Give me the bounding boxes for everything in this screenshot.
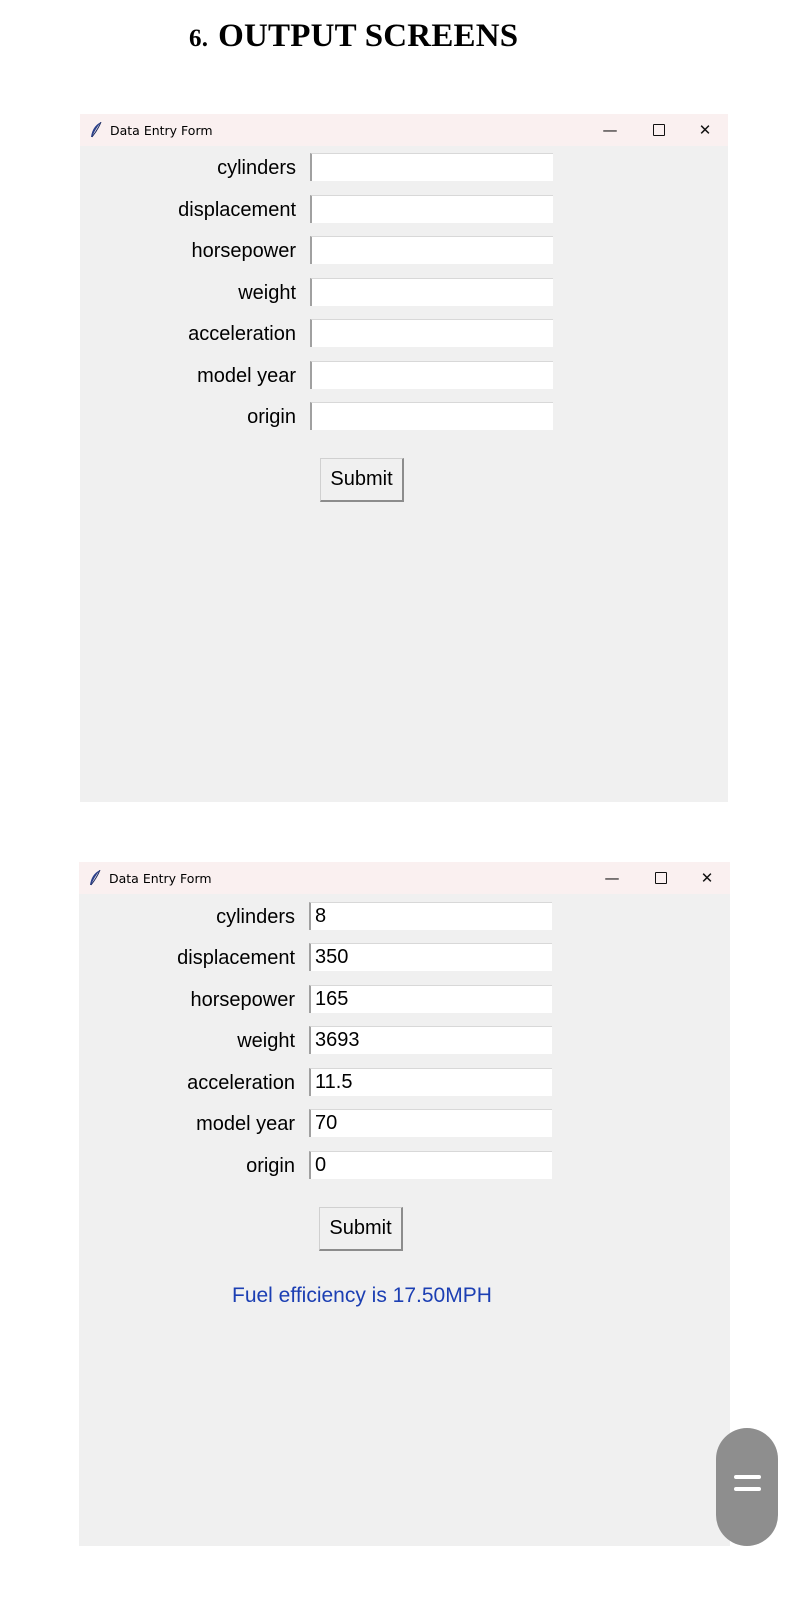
minimize-button[interactable]: — xyxy=(589,114,631,146)
scroll-handle-icon[interactable] xyxy=(716,1428,778,1546)
acceleration-input[interactable] xyxy=(309,1068,552,1096)
data-entry-window-empty: Data Entry Form — ✕ cylinders displaceme… xyxy=(80,114,728,802)
scroll-handle-grip-bottom xyxy=(734,1487,761,1491)
maximize-button[interactable] xyxy=(638,114,680,146)
field-label: model year xyxy=(196,1113,295,1135)
field-label: model year xyxy=(197,365,296,387)
model-year-input[interactable] xyxy=(309,1109,552,1137)
field-label: cylinders xyxy=(216,906,295,928)
window-titlebar[interactable]: Data Entry Form — ✕ xyxy=(79,862,730,894)
scroll-handle-grip-top xyxy=(734,1475,761,1479)
weight-input[interactable] xyxy=(310,278,553,306)
field-label: weight xyxy=(238,282,296,304)
field-label: displacement xyxy=(178,199,296,221)
field-label: cylinders xyxy=(217,157,296,179)
field-label: horsepower xyxy=(190,989,295,1011)
acceleration-input[interactable] xyxy=(310,319,553,347)
heading-number: 6. xyxy=(189,25,209,52)
window-title: Data Entry Form xyxy=(109,871,212,886)
model-year-input[interactable] xyxy=(310,361,553,389)
maximize-icon xyxy=(655,872,667,884)
cylinders-input[interactable] xyxy=(309,902,552,930)
window-title: Data Entry Form xyxy=(110,123,213,138)
field-label: acceleration xyxy=(187,1072,295,1094)
close-button[interactable]: ✕ xyxy=(686,862,728,894)
feather-icon xyxy=(91,122,102,138)
field-label: displacement xyxy=(177,947,295,969)
horsepower-input[interactable] xyxy=(309,985,552,1013)
submit-button[interactable]: Submit xyxy=(319,1207,403,1251)
data-entry-window-filled: Data Entry Form — ✕ cylinders displaceme… xyxy=(79,862,730,1546)
close-button[interactable]: ✕ xyxy=(684,114,726,146)
feather-icon xyxy=(90,870,101,886)
field-label: origin xyxy=(247,406,296,428)
result-message: Fuel efficiency is 17.50MPH xyxy=(232,1284,492,1307)
submit-button[interactable]: Submit xyxy=(320,458,404,502)
heading-text: OUTPUT SCREENS xyxy=(218,18,519,54)
window-titlebar[interactable]: Data Entry Form — ✕ xyxy=(80,114,728,146)
cylinders-input[interactable] xyxy=(310,153,553,181)
minimize-button[interactable]: — xyxy=(591,862,633,894)
field-label: weight xyxy=(237,1030,295,1052)
maximize-button[interactable] xyxy=(640,862,682,894)
horsepower-input[interactable] xyxy=(310,236,553,264)
field-label: acceleration xyxy=(188,323,296,345)
displacement-input[interactable] xyxy=(309,943,552,971)
weight-input[interactable] xyxy=(309,1026,552,1054)
origin-input[interactable] xyxy=(310,402,553,430)
field-label: origin xyxy=(246,1155,295,1177)
maximize-icon xyxy=(653,124,665,136)
field-label: horsepower xyxy=(191,240,296,262)
displacement-input[interactable] xyxy=(310,195,553,223)
origin-input[interactable] xyxy=(309,1151,552,1179)
page-heading: 6. OUTPUT SCREENS xyxy=(189,18,518,55)
